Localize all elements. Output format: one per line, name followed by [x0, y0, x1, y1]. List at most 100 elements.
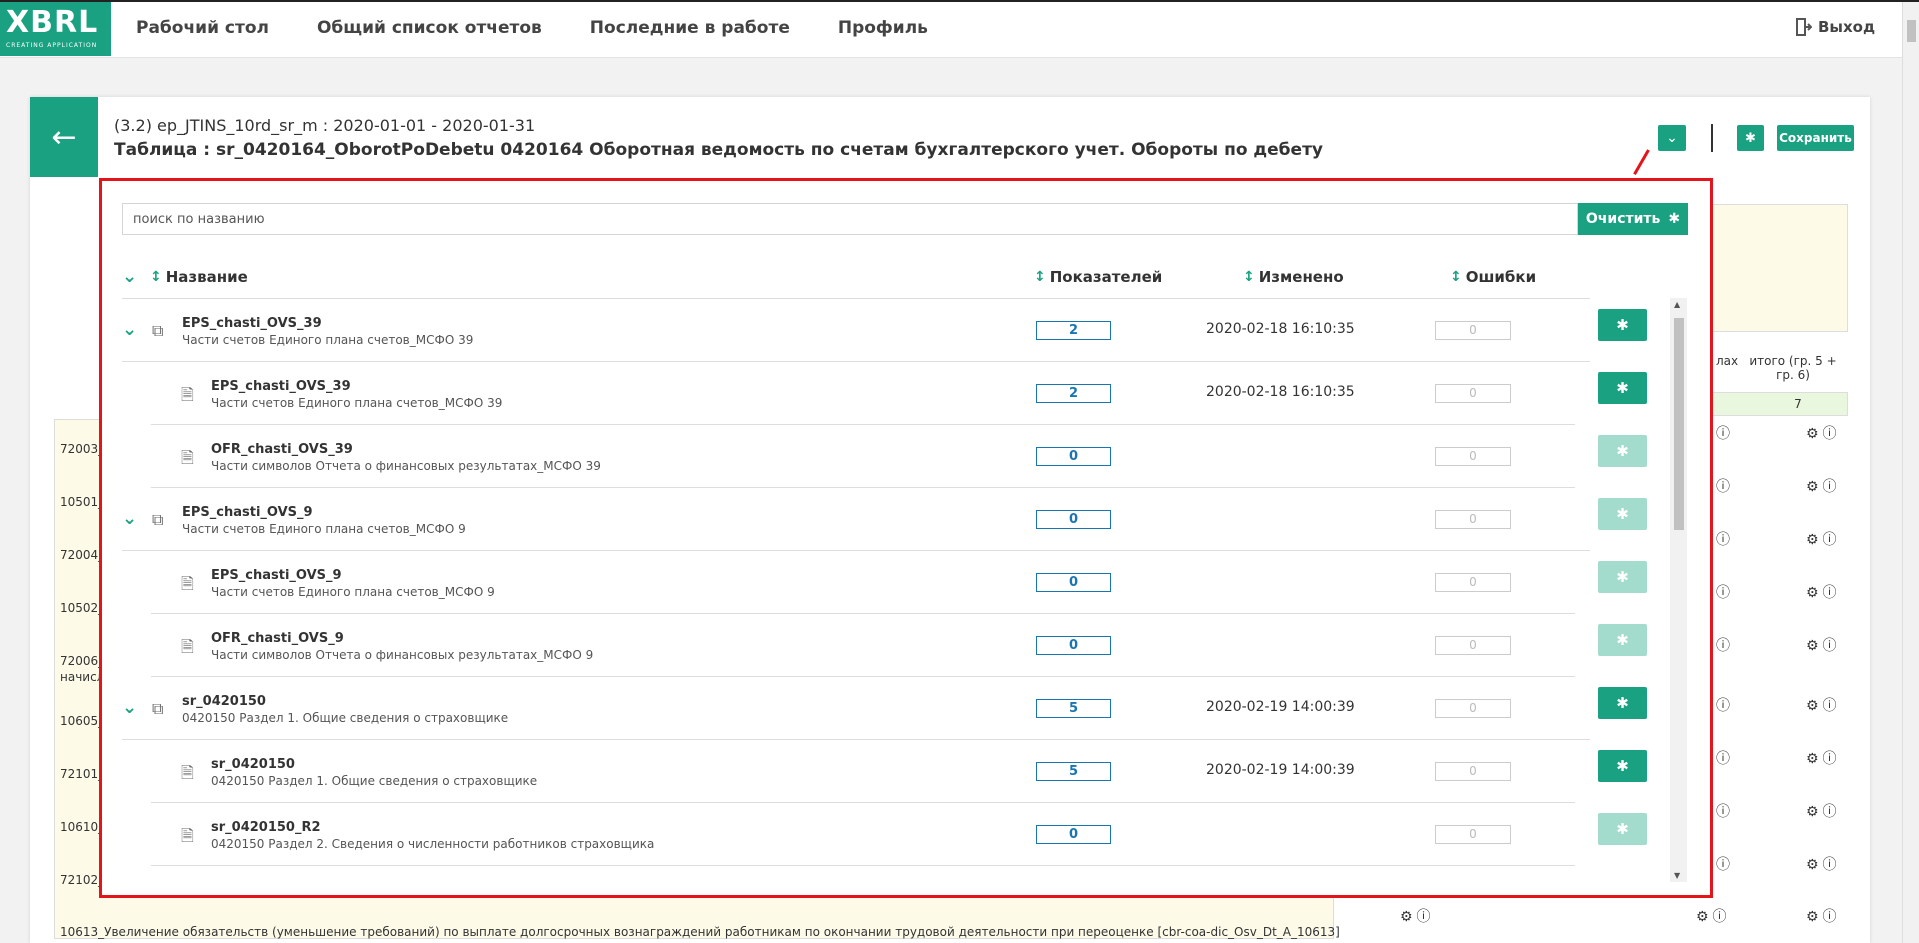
indicator-count[interactable]: 0 — [1036, 573, 1111, 592]
indicator-count[interactable]: 5 — [1036, 699, 1111, 718]
gear-info-icons[interactable]: ⚙ⓘ — [1806, 906, 1841, 926]
table-row[interactable]: 🗎 sr_0420150_R2 0420150 Раздел 2. Сведения… — [151, 803, 1575, 866]
error-count: 0 — [1435, 510, 1511, 529]
page-scrollbar-thumb[interactable] — [1907, 20, 1916, 42]
nav-item-recent[interactable]: Последние в работе — [590, 18, 790, 38]
chevron-down-icon[interactable]: ⌄ — [122, 697, 137, 718]
brush-icon: ✱ — [1616, 505, 1629, 523]
info-icon[interactable]: ⓘ — [1716, 529, 1734, 549]
info-icon[interactable]: ⓘ — [1716, 423, 1734, 443]
logout-label: Выход — [1818, 18, 1876, 36]
gear-info-icons[interactable]: ⚙ⓘ — [1806, 854, 1841, 874]
clear-row-button[interactable]: ✱ — [1598, 687, 1647, 719]
table-row[interactable]: 🗎 EPS_chasti_OVS_39 Части счетов Единого п… — [151, 362, 1575, 425]
info-icon[interactable]: ⓘ — [1716, 801, 1734, 821]
indicator-count[interactable]: 0 — [1036, 825, 1111, 844]
indicator-count[interactable]: 5 — [1036, 762, 1111, 781]
table-row[interactable]: 🗎 EPS_chasti_OVS_9 Части счетов Единого пл… — [151, 551, 1575, 614]
indicator-count[interactable]: 0 — [1036, 447, 1111, 466]
gear-info-icons[interactable]: ⚙ⓘ — [1806, 529, 1841, 549]
clear-row-button[interactable]: ✱ — [1598, 624, 1647, 656]
clear-row-button[interactable]: ✱ — [1598, 750, 1647, 782]
info-icon[interactable]: ⓘ — [1716, 476, 1734, 496]
table-row[interactable]: 🗎 sr_0420150 0420150 Раздел 1. Общие сведе… — [151, 740, 1575, 803]
nav-item-desktop[interactable]: Рабочий стол — [136, 18, 269, 38]
panel-scrollbar[interactable]: ▲ ▼ — [1670, 298, 1687, 882]
main-nav: Рабочий стол Общий список отчетов Послед… — [136, 18, 928, 38]
col-header-indicators[interactable]: ↕ Показателей — [1034, 268, 1162, 286]
indicator-count[interactable]: 2 — [1036, 321, 1111, 340]
col-header-name[interactable]: ↕ Название — [150, 268, 248, 286]
col-header-errors[interactable]: ↕ Ошибки — [1450, 268, 1536, 286]
logout-button[interactable]: Выход — [1796, 18, 1875, 36]
info-icon[interactable]: ⓘ — [1716, 695, 1734, 715]
report-title: (3.2) ep_JTINS_10rd_sr_m : 2020-01-01 - … — [114, 116, 536, 135]
nav-item-profile[interactable]: Профиль — [838, 18, 928, 38]
col-header-changed[interactable]: ↕ Изменено — [1243, 268, 1344, 286]
error-count: 0 — [1435, 447, 1511, 466]
error-count: 0 — [1435, 573, 1511, 592]
clear-label: Очистить — [1585, 211, 1661, 227]
bg-row-code: 72004_ — [60, 548, 105, 562]
chevron-down-icon[interactable]: ⌄ — [122, 319, 137, 340]
clear-all-button[interactable]: ✱ — [1737, 125, 1764, 151]
page-scrollbar[interactable] — [1902, 2, 1919, 943]
info-icon[interactable]: ⓘ — [1716, 582, 1734, 602]
info-icon[interactable]: ⓘ — [1716, 854, 1734, 874]
indicator-count[interactable]: 0 — [1036, 510, 1111, 529]
clear-row-button[interactable]: ✱ — [1598, 435, 1647, 467]
xbrl-logo[interactable]: XBRL CREATING APPLICATION — [0, 2, 111, 56]
scroll-down-icon[interactable]: ▼ — [1674, 871, 1680, 880]
clear-search-button[interactable]: Очистить ✱ — [1578, 203, 1688, 235]
clear-row-button[interactable]: ✱ — [1598, 309, 1647, 341]
chevron-down-icon[interactable]: ⌄ — [122, 508, 137, 529]
gear-info-icons[interactable]: ⚙ⓘ — [1806, 801, 1841, 821]
sort-icon: ↕ — [1450, 269, 1462, 285]
gear-info-icons[interactable]: ⚙ⓘ — [1806, 476, 1841, 496]
back-button[interactable]: ← — [30, 97, 98, 177]
row-name: sr_0420150 — [182, 694, 266, 709]
row-name: OFR_chasti_OVS_39 — [211, 442, 353, 457]
clear-row-button[interactable]: ✱ — [1598, 561, 1647, 593]
brush-icon: ✱ — [1616, 820, 1629, 838]
gear-info-icons[interactable]: ⚙ⓘ — [1696, 906, 1731, 926]
top-navbar: XBRL CREATING APPLICATION Рабочий стол О… — [0, 0, 1919, 58]
gear-info-icons[interactable]: ⚙ⓘ — [1806, 695, 1841, 715]
gear-info-icons[interactable]: ⚙ⓘ — [1400, 906, 1435, 926]
row-description: Части символов Отчета о финансовых резул… — [211, 459, 601, 473]
search-input[interactable]: поиск по названию — [122, 203, 1578, 235]
bg-row-code: 72003_ — [60, 442, 105, 456]
indicator-count[interactable]: 2 — [1036, 384, 1111, 403]
gear-info-icons[interactable]: ⚙ⓘ — [1806, 635, 1841, 655]
row-description: Части счетов Единого плана счетов_МСФО 3… — [182, 333, 474, 347]
row-description: Части счетов Единого плана счетов_МСФО 3… — [211, 396, 503, 410]
info-icon[interactable]: ⓘ — [1716, 635, 1734, 655]
panel-scrollbar-thumb[interactable] — [1674, 318, 1684, 530]
table-row[interactable]: ⌄ ⧉ EPS_chasti_OVS_9 Части счетов Единого п… — [122, 488, 1590, 551]
bg-row-code: 72101_ — [60, 767, 105, 781]
document-icon: 🗎 — [181, 448, 194, 467]
changed-date: 2020-02-19 14:00:39 — [1206, 762, 1355, 778]
clear-row-button[interactable]: ✱ — [1598, 813, 1647, 845]
table-row[interactable]: 🗎 OFR_chasti_OVS_9 Части символов Отчета о… — [151, 614, 1575, 677]
table-select-toggle[interactable]: ⌄ — [1658, 125, 1686, 151]
save-button[interactable]: Сохранить — [1777, 125, 1854, 151]
nav-item-report-list[interactable]: Общий список отчетов — [317, 18, 542, 38]
gear-info-icons[interactable]: ⚙ⓘ — [1806, 423, 1841, 443]
table-row[interactable]: ⌄ ⧉ sr_0420150 0420150 Раздел 1. Общие свед… — [122, 677, 1590, 740]
changed-date: 2020-02-18 16:10:35 — [1206, 321, 1355, 337]
scroll-up-icon[interactable]: ▲ — [1674, 300, 1680, 309]
table-row[interactable]: ⌄ ⧉ EPS_chasti_OVS_39 Части счетов Единого … — [122, 299, 1590, 362]
info-icon[interactable]: ⓘ — [1716, 748, 1734, 768]
error-count: 0 — [1435, 762, 1511, 781]
copy-icon: ⧉ — [152, 321, 164, 340]
sort-icon: ↕ — [1243, 269, 1255, 285]
clear-row-button[interactable]: ✱ — [1598, 372, 1647, 404]
gear-info-icons[interactable]: ⚙ⓘ — [1806, 748, 1841, 768]
collapse-all-icon[interactable]: ⌄ — [122, 266, 137, 287]
indicator-count[interactable]: 0 — [1036, 636, 1111, 655]
table-row[interactable]: 🗎 OFR_chasti_OVS_39 Части символов Отчета … — [151, 425, 1575, 488]
col-header-indicators-label: Показателей — [1049, 268, 1163, 286]
clear-row-button[interactable]: ✱ — [1598, 498, 1647, 530]
gear-info-icons[interactable]: ⚙ⓘ — [1806, 582, 1841, 602]
